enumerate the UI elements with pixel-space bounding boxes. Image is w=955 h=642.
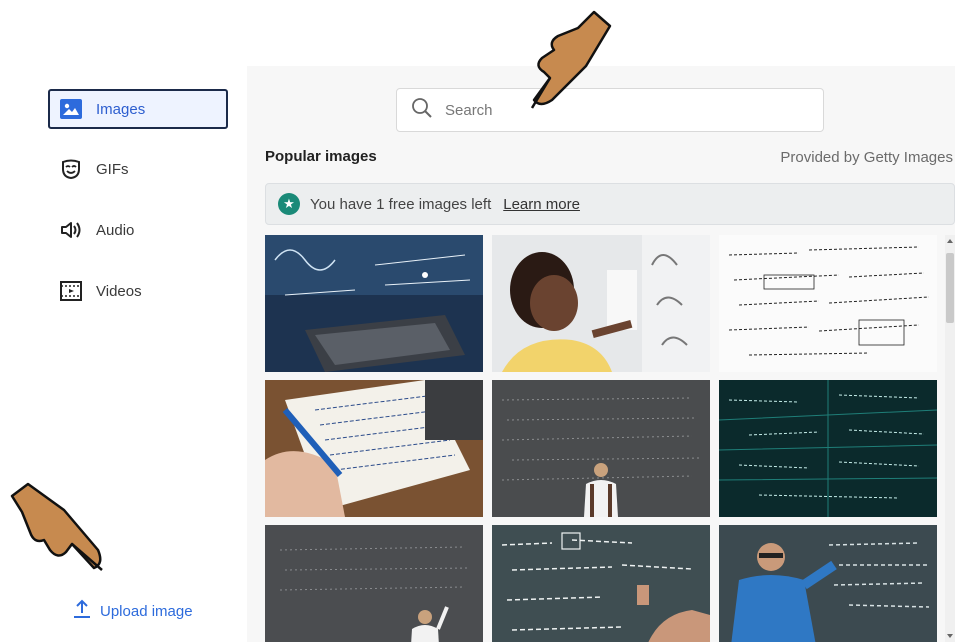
sidebar-item-label: Images [96,100,146,118]
speaker-icon [60,219,82,241]
image-panel: Popular images Provided by Getty Images … [247,66,955,642]
section-title: Popular images [265,148,377,165]
app-root: Images GIFs Audio Videos Upload image Se… [0,0,955,642]
image-thumbnail[interactable] [719,525,937,642]
star-badge-icon: ★ [278,193,300,215]
image-thumbnail[interactable] [492,380,710,517]
provider-credit: Provided by Getty Images [780,149,953,166]
gif-mask-icon [60,158,82,180]
image-thumbnail[interactable] [265,235,483,372]
film-icon [60,280,82,302]
image-icon [60,98,82,120]
image-grid [265,235,937,642]
grid-scrollbar[interactable] [945,235,955,642]
learn-more-link[interactable]: Learn more [503,196,580,213]
scroll-up-icon[interactable] [947,239,953,243]
scroll-down-icon[interactable] [947,634,953,638]
image-thumbnail[interactable] [719,380,937,517]
search-input[interactable] [445,101,785,119]
image-thumbnail[interactable] [265,380,483,517]
free-images-banner: ★ You have 1 free images left Learn more [265,183,955,225]
sidebar-item-audio[interactable]: Audio [48,210,228,250]
sidebar-item-label: GIFs [96,160,129,178]
search-box[interactable] [396,88,824,132]
sidebar: Images GIFs Audio Videos Upload image [0,0,246,642]
image-thumbnail[interactable] [492,525,710,642]
scrollbar-thumb[interactable] [946,253,954,323]
search-icon [411,97,433,124]
upload-icon [72,598,92,624]
upload-image-button[interactable]: Upload image [72,598,193,624]
sidebar-item-label: Audio [96,221,135,239]
sidebar-item-gifs[interactable]: GIFs [48,149,228,189]
sidebar-item-videos[interactable]: Videos [48,271,228,311]
sidebar-item-images[interactable]: Images [48,89,228,129]
banner-text: You have 1 free images left [310,195,492,213]
upload-image-label: Upload image [100,602,193,620]
sidebar-item-label: Videos [96,282,142,300]
image-thumbnail[interactable] [492,235,710,372]
image-thumbnail[interactable] [265,525,483,642]
image-thumbnail[interactable] [719,235,937,372]
